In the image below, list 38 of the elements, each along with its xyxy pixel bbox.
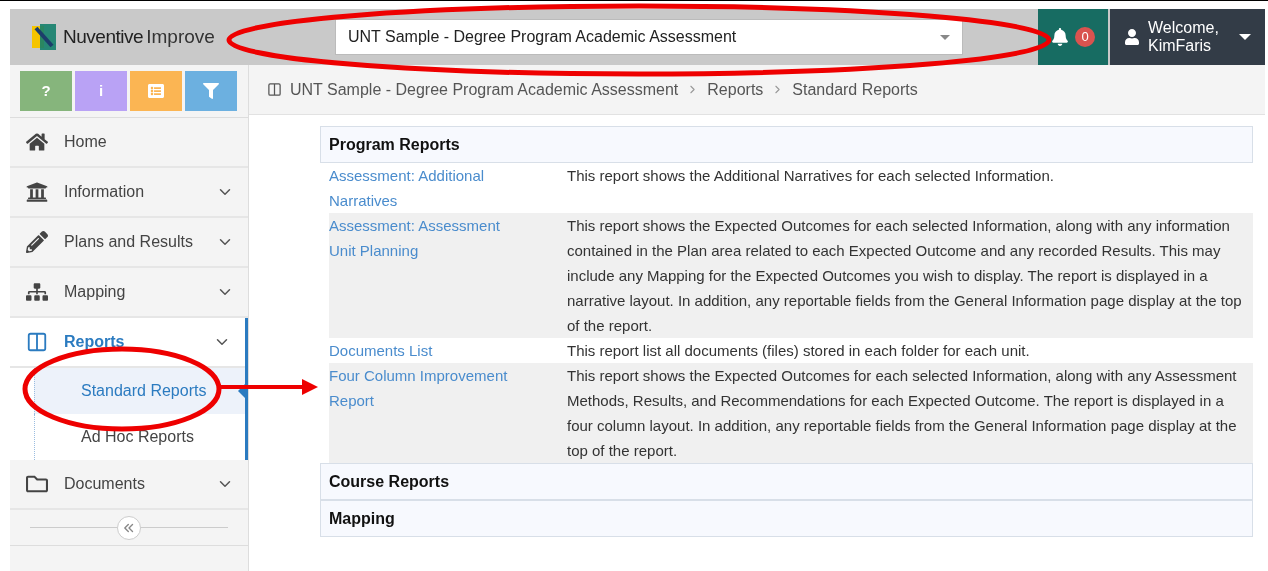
report-link[interactable]: Documents List <box>329 338 524 363</box>
report-description: This report shows the Additional Narratives for each selected Information. <box>567 166 1055 186</box>
notification-count: 0 <box>1075 27 1095 47</box>
user-icon <box>1124 29 1140 45</box>
folder-icon <box>26 473 48 495</box>
filter-icon <box>203 83 219 99</box>
report-description: This report shows the Expected Outcomes for each selected Information, along with any information contained in the Plan area related to each Expected Outcome and any recorded Results. This may include any Mapping for the Expected Outcomes you wish to display. The report is displayed in a narrative layout. In addition, any reportable fields from the General Information page display at the top of the report. <box>567 216 1243 336</box>
bank-icon <box>26 181 48 203</box>
section-header[interactable]: Mapping <box>320 500 1253 537</box>
collapse-sidebar-button[interactable] <box>117 515 141 540</box>
bell-icon <box>1051 28 1069 46</box>
notifications-button[interactable]: 0 <box>1038 9 1108 65</box>
filter-button[interactable] <box>185 71 237 111</box>
user-name: KimFaris <box>1148 37 1213 55</box>
list-button[interactable] <box>130 71 182 111</box>
caret-icon <box>1239 34 1251 40</box>
report-link[interactable]: Assessment: Additional Narratives <box>329 163 524 213</box>
user-menu[interactable]: Welcome, KimFaris <box>1110 9 1265 65</box>
breadcrumb-item[interactable]: UNT Sample - Degree Program Academic Assessment <box>290 77 679 102</box>
list-icon <box>148 83 164 99</box>
report-description: This report shows the Expected Outcomes for each selected Information, along with any Assessment Methods, Results, and Recommendations for each Expected Outcome. The report is displayed in a four column layout. In addition, any reportable fields from the General Information page display at the top of the report. <box>567 366 1238 461</box>
section-header[interactable]: Course Reports <box>320 463 1253 500</box>
breadcrumb-item[interactable]: Reports <box>707 77 764 102</box>
logo-brand: Nuventive <box>63 24 144 49</box>
sitemap-icon <box>26 281 48 303</box>
columns-icon <box>267 82 282 97</box>
project-select[interactable]: UNT Sample - Degree Program Academic Assessment <box>335 19 963 55</box>
welcome-text: Welcome, <box>1148 19 1220 37</box>
section-header[interactable]: Program Reports <box>320 126 1253 163</box>
pencil-icon <box>26 231 48 253</box>
columns-icon <box>26 331 48 353</box>
logo-icon <box>30 22 58 52</box>
report-description: This report list all documents (files) stored in each folder for each unit. <box>567 341 1031 361</box>
sidebar-subitem[interactable]: Standard Reports <box>34 368 245 414</box>
caret-icon <box>940 34 950 40</box>
breadcrumb-item: Standard Reports <box>792 79 918 100</box>
home-icon <box>26 131 48 153</box>
logo-product: Improve <box>146 24 215 49</box>
